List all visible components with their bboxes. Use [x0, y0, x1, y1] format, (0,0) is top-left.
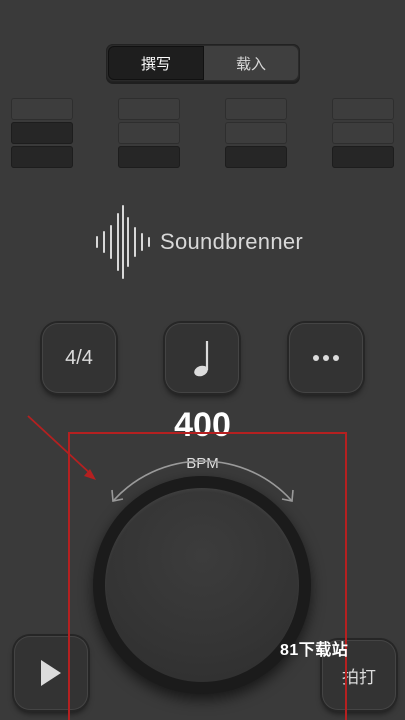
watermark: 81下载站 [280, 642, 349, 659]
annotation-arrow [27, 415, 96, 480]
